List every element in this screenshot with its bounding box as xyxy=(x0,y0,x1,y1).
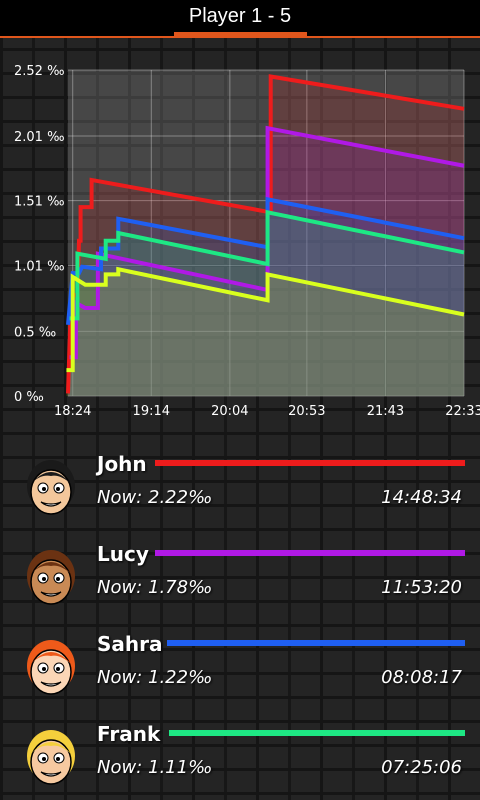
player-current-value: Now: 1.11‰ xyxy=(97,757,213,778)
sahra-avatar xyxy=(20,628,82,700)
player-name: Sahra xyxy=(97,632,163,656)
player-name: Lucy xyxy=(97,542,149,566)
player-color-line xyxy=(155,550,465,556)
x-tick-label: 22:33 xyxy=(445,404,480,419)
x-tick-label: 21:43 xyxy=(367,404,404,419)
y-tick-label: 2.01 ‰ xyxy=(14,130,65,145)
player-name: John xyxy=(97,452,147,476)
player-row[interactable]: Sahra Now: 1.22‰ 08:08:17 xyxy=(0,620,480,710)
y-tick-label: 2.52 ‰ xyxy=(14,64,65,79)
title-bar: Player 1 - 5 xyxy=(0,0,480,38)
promille-chart: 0 ‰ 0.5 ‰ 1.01 ‰ 1.51 ‰ 2.01 ‰ 2.52 ‰ 18:24 19:… xyxy=(0,52,480,432)
player-color-line xyxy=(155,460,465,466)
player-current-value: Now: 2.22‰ xyxy=(97,487,213,508)
chart-canvas: 0 ‰ 0.5 ‰ 1.01 ‰ 1.51 ‰ 2.01 ‰ 2.52 ‰ 18:24 19:… xyxy=(14,64,480,419)
player-time: 07:25:06 xyxy=(381,757,462,778)
x-tick-label: 20:53 xyxy=(288,404,325,419)
y-tick-label: 1.01 ‰ xyxy=(14,259,65,274)
y-tick-label: 1.51 ‰ xyxy=(14,195,65,210)
frank-avatar xyxy=(20,718,82,790)
lucy-avatar xyxy=(20,538,82,610)
x-tick-label: 20:04 xyxy=(211,404,248,419)
y-tick-label: 0 ‰ xyxy=(14,390,44,405)
player-name: Frank xyxy=(97,722,161,746)
player-color-line xyxy=(167,640,465,646)
y-tick-label: 0.5 ‰ xyxy=(14,325,56,340)
player-row[interactable]: Frank Now: 1.11‰ 07:25:06 xyxy=(0,710,480,800)
john-avatar xyxy=(20,448,82,520)
page-title: Player 1 - 5 xyxy=(188,5,292,27)
player-current-value: Now: 1.22‰ xyxy=(97,667,213,688)
x-tick-label: 18:24 xyxy=(54,404,91,419)
player-time: 08:08:17 xyxy=(381,667,462,688)
player-row[interactable]: Lucy Now: 1.78‰ 11:53:20 xyxy=(0,530,480,620)
x-tick-label: 19:14 xyxy=(133,404,170,419)
tab-indicator[interactable] xyxy=(174,32,307,38)
player-current-value: Now: 1.78‰ xyxy=(97,577,213,598)
player-color-line xyxy=(169,730,465,736)
player-time: 11:53:20 xyxy=(381,577,462,598)
player-row[interactable]: John Now: 2.22‰ 14:48:34 xyxy=(0,440,480,530)
player-time: 14:48:34 xyxy=(381,487,462,508)
